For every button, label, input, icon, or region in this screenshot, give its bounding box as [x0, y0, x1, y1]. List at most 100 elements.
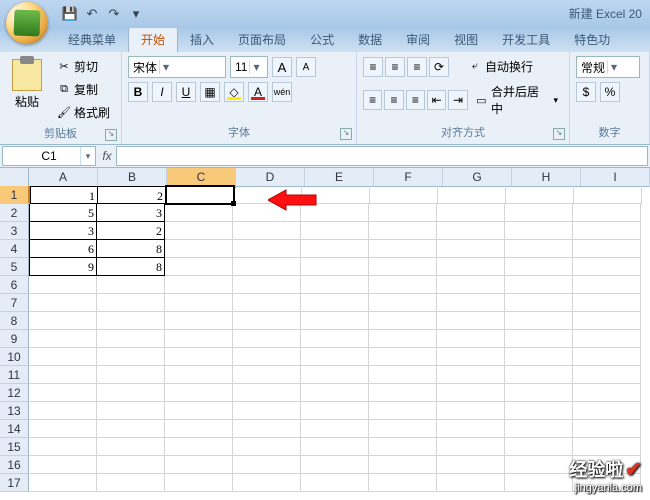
cell[interactable] — [301, 438, 369, 456]
phonetic-button[interactable]: wén — [272, 82, 292, 102]
cell[interactable] — [573, 366, 641, 384]
cell[interactable] — [505, 204, 573, 222]
cell[interactable] — [369, 402, 437, 420]
cell[interactable] — [165, 438, 233, 456]
cell[interactable] — [165, 222, 233, 240]
cell[interactable] — [505, 240, 573, 258]
cell[interactable] — [29, 456, 97, 474]
cell[interactable] — [165, 366, 233, 384]
row-header[interactable]: 9 — [0, 330, 29, 348]
cell[interactable] — [301, 276, 369, 294]
cell[interactable] — [233, 474, 301, 492]
cell[interactable] — [97, 366, 165, 384]
italic-button[interactable]: I — [152, 82, 172, 102]
row-header[interactable]: 16 — [0, 456, 29, 474]
cell[interactable] — [301, 420, 369, 438]
row-header[interactable]: 1 — [0, 186, 30, 204]
cell[interactable] — [165, 474, 233, 492]
cell[interactable] — [505, 222, 573, 240]
cell[interactable] — [505, 276, 573, 294]
tab-4[interactable]: 公式 — [298, 27, 346, 52]
worksheet-grid[interactable]: ABCDEFGHI 112253332468598678910111213141… — [0, 168, 650, 500]
cell[interactable] — [29, 420, 97, 438]
cell[interactable] — [573, 384, 641, 402]
fill-color-button[interactable]: ◇ — [224, 82, 244, 102]
font-size-combo[interactable]: 11▾ — [230, 56, 268, 78]
formula-bar[interactable] — [116, 146, 648, 166]
column-header[interactable]: E — [305, 168, 374, 187]
cell[interactable] — [233, 240, 301, 258]
cell[interactable] — [573, 204, 641, 222]
format-painter-button[interactable]: 🖌格式刷 — [52, 102, 115, 123]
row-header[interactable]: 5 — [0, 258, 29, 276]
tab-8[interactable]: 开发工具 — [490, 27, 562, 52]
cell[interactable] — [301, 240, 369, 258]
cell[interactable] — [97, 348, 165, 366]
cell[interactable] — [573, 438, 641, 456]
tab-6[interactable]: 审阅 — [394, 27, 442, 52]
fx-icon[interactable]: fx — [98, 149, 116, 163]
align-right-button[interactable]: ≡ — [406, 90, 425, 110]
cell[interactable] — [437, 348, 505, 366]
cell[interactable] — [438, 186, 506, 204]
cell[interactable] — [233, 276, 301, 294]
redo-icon[interactable]: ↷ — [106, 6, 122, 22]
row-header[interactable]: 15 — [0, 438, 29, 456]
column-header[interactable]: G — [443, 168, 512, 187]
cell[interactable] — [437, 402, 505, 420]
cell[interactable] — [573, 294, 641, 312]
cell[interactable] — [97, 402, 165, 420]
cell[interactable]: 1 — [30, 186, 98, 204]
cell[interactable]: 8 — [97, 258, 165, 276]
row-header[interactable]: 13 — [0, 402, 29, 420]
cell[interactable] — [233, 312, 301, 330]
cell[interactable]: 2 — [98, 186, 166, 204]
cell[interactable] — [437, 312, 505, 330]
cell[interactable] — [369, 366, 437, 384]
cell[interactable] — [233, 420, 301, 438]
cell[interactable] — [573, 348, 641, 366]
cell[interactable] — [369, 474, 437, 492]
cell[interactable]: 3 — [29, 222, 97, 240]
cell[interactable] — [437, 222, 505, 240]
cell[interactable] — [29, 384, 97, 402]
align-middle-button[interactable]: ≡ — [385, 57, 405, 77]
cell[interactable] — [97, 474, 165, 492]
cell[interactable] — [165, 348, 233, 366]
cell[interactable] — [573, 402, 641, 420]
dialog-launcher-icon[interactable]: ↘ — [340, 128, 352, 140]
cell[interactable] — [505, 438, 573, 456]
font-name-combo[interactable]: 宋体▾ — [128, 56, 226, 78]
cell[interactable] — [369, 276, 437, 294]
cell[interactable] — [573, 312, 641, 330]
cell[interactable] — [29, 294, 97, 312]
dialog-launcher-icon[interactable]: ↘ — [553, 128, 565, 140]
cell[interactable] — [97, 456, 165, 474]
row-header[interactable]: 4 — [0, 240, 29, 258]
save-icon[interactable]: 💾 — [62, 6, 78, 22]
bold-button[interactable]: B — [128, 82, 148, 102]
cell[interactable] — [301, 456, 369, 474]
cell[interactable] — [437, 438, 505, 456]
cell[interactable] — [369, 312, 437, 330]
underline-button[interactable]: U — [176, 82, 196, 102]
cell[interactable] — [437, 294, 505, 312]
cell[interactable] — [301, 474, 369, 492]
cell[interactable] — [233, 366, 301, 384]
cell[interactable] — [233, 330, 301, 348]
column-header[interactable]: I — [581, 168, 650, 187]
cell[interactable] — [301, 222, 369, 240]
row-header[interactable]: 12 — [0, 384, 29, 402]
row-header[interactable]: 17 — [0, 474, 29, 492]
select-all-button[interactable] — [0, 168, 29, 187]
tab-1[interactable]: 开始 — [128, 26, 178, 52]
cell[interactable] — [97, 384, 165, 402]
column-header[interactable]: C — [167, 168, 236, 188]
align-bottom-button[interactable]: ≡ — [407, 57, 427, 77]
cell[interactable] — [301, 294, 369, 312]
cell[interactable] — [369, 348, 437, 366]
number-format-combo[interactable]: 常规▾ — [576, 56, 640, 78]
cell[interactable] — [233, 456, 301, 474]
cell[interactable] — [233, 258, 301, 276]
indent-decrease-button[interactable]: ⇤ — [427, 90, 446, 110]
